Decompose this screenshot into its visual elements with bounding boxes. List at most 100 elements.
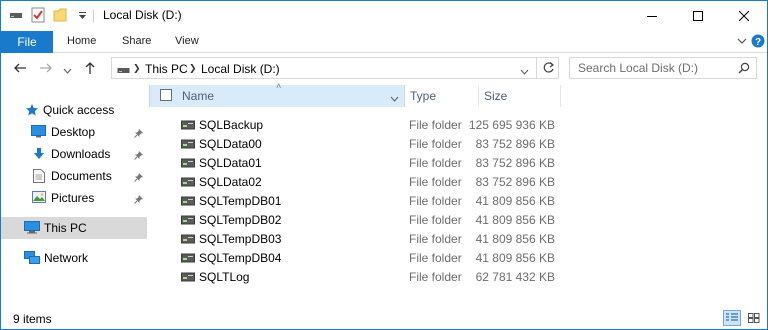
properties-icon[interactable]	[31, 7, 45, 26]
close-button[interactable]	[721, 1, 767, 31]
navigation-pane: Quick access Desktop Downloads Documents…	[1, 85, 149, 307]
file-type: File folder	[409, 251, 462, 265]
sidebar-item-desktop[interactable]: Desktop	[1, 121, 147, 143]
table-row[interactable]: SQLBackup File folder 125 695 936 KB	[149, 115, 561, 134]
maximize-icon	[693, 11, 703, 21]
title-separator	[93, 9, 94, 23]
search-input[interactable]	[570, 58, 730, 78]
table-row[interactable]: SQLTempDB03 File folder 41 809 856 KB	[149, 229, 561, 248]
column-header-type[interactable]: Type	[405, 85, 479, 107]
pin-icon[interactable]	[134, 127, 144, 141]
breadcrumb-separator-icon: ❯	[189, 63, 197, 73]
search-icon[interactable]	[738, 62, 750, 77]
file-size: 125 695 936 KB	[468, 118, 555, 132]
network-drive-folder-icon	[181, 271, 195, 285]
file-size: 41 809 856 KB	[475, 213, 555, 227]
sidebar-item-pictures[interactable]: Pictures	[1, 187, 147, 209]
details-view-button[interactable]	[723, 310, 741, 326]
sidebar-item-downloads[interactable]: Downloads	[1, 143, 147, 165]
tab-view[interactable]: View	[175, 35, 199, 47]
file-name: SQLBackup	[199, 118, 264, 132]
table-row[interactable]: SQLData01 File folder 83 752 896 KB	[149, 153, 561, 172]
minimize-icon	[647, 16, 657, 17]
file-size: 41 809 856 KB	[475, 194, 555, 208]
table-row[interactable]: SQLTempDB01 File folder 41 809 856 KB	[149, 191, 561, 210]
search-box[interactable]	[569, 57, 757, 79]
nav-quick-access[interactable]: Quick access	[1, 99, 147, 121]
select-all-checkbox[interactable]	[160, 89, 172, 101]
file-name: SQLData01	[199, 156, 262, 170]
file-type: File folder	[409, 156, 462, 170]
minimize-button[interactable]	[629, 1, 675, 31]
file-name: SQLTempDB04	[199, 251, 282, 265]
nav-quick-access-label: Quick access	[43, 103, 115, 117]
large-icons-view-icon	[748, 313, 760, 323]
column-size-label: Size	[484, 89, 508, 103]
tab-share[interactable]: Share	[122, 35, 151, 47]
sidebar-item-network[interactable]: Network	[1, 247, 147, 269]
drive-icon[interactable]	[9, 9, 23, 24]
network-drive-folder-icon	[181, 233, 195, 247]
file-type: File folder	[409, 194, 462, 208]
column-filter-chevron-icon[interactable]	[390, 92, 399, 106]
sidebar-item-documents[interactable]: Documents	[1, 165, 147, 187]
help-icon[interactable]: ?	[751, 34, 765, 51]
tab-home[interactable]: Home	[67, 35, 96, 47]
address-history-chevron-icon[interactable]	[520, 65, 529, 79]
table-row[interactable]: SQLTempDB02 File folder 41 809 856 KB	[149, 210, 561, 229]
sort-ascending-icon: ˄	[276, 81, 282, 91]
pin-icon[interactable]	[134, 171, 144, 185]
file-type: File folder	[409, 213, 462, 227]
refresh-icon[interactable]	[542, 61, 555, 77]
network-drive-folder-icon	[181, 214, 195, 228]
network-drive-folder-icon	[181, 176, 195, 190]
column-header-size[interactable]: Size	[479, 85, 561, 107]
svg-text:?: ?	[755, 37, 761, 48]
column-name-label: Name	[182, 89, 215, 103]
file-type: File folder	[409, 270, 462, 284]
ribbon-tabs: File Home Share View ?	[1, 31, 767, 53]
up-arrow-icon[interactable]	[83, 61, 97, 78]
table-row[interactable]: SQLData00 File folder 83 752 896 KB	[149, 134, 561, 153]
table-row[interactable]: SQLData02 File folder 83 752 896 KB	[149, 172, 561, 191]
breadcrumb-separator-icon: ❯	[133, 63, 141, 73]
breadcrumb-local-disk[interactable]: Local Disk (D:)	[201, 62, 280, 76]
pictures-icon	[32, 191, 46, 206]
chevron-down-icon[interactable]	[737, 34, 747, 51]
file-size: 62 781 432 KB	[475, 270, 555, 284]
sidebar-item-this-pc[interactable]: This PC	[1, 217, 147, 239]
pin-icon[interactable]	[134, 149, 144, 163]
customize-dropdown-icon[interactable]	[78, 10, 87, 24]
sidebar-item-label: Pictures	[51, 191, 95, 205]
sidebar-item-label: Network	[44, 251, 89, 265]
back-arrow-icon[interactable]	[13, 61, 27, 78]
close-icon	[739, 11, 749, 21]
forward-arrow-icon[interactable]	[39, 61, 53, 78]
file-name: SQLTempDB03	[199, 232, 282, 246]
star-icon	[25, 103, 39, 120]
table-row[interactable]: SQLTempDB04 File folder 41 809 856 KB	[149, 248, 561, 267]
file-list: Name ˄ Type Size SQLBackup File folder 1…	[149, 81, 767, 307]
sidebar-item-label: This PC	[44, 221, 87, 235]
sidebar-item-label: Desktop	[51, 125, 96, 139]
large-icons-view-button[interactable]	[745, 310, 763, 326]
recent-locations-chevron-icon[interactable]	[63, 64, 72, 78]
file-type: File folder	[409, 175, 462, 189]
file-type: File folder	[409, 118, 462, 132]
tab-file[interactable]: File	[1, 31, 53, 53]
new-folder-icon[interactable]	[53, 8, 67, 25]
desktop-icon	[31, 125, 46, 141]
breadcrumb-this-pc[interactable]: This PC	[145, 62, 188, 76]
maximize-button[interactable]	[675, 1, 721, 31]
file-name: SQLData02	[199, 175, 262, 189]
network-drive-folder-icon	[181, 119, 195, 133]
network-drive-folder-icon	[181, 138, 195, 152]
computer-icon	[24, 221, 40, 237]
pin-icon[interactable]	[134, 193, 144, 207]
drive-icon	[117, 64, 130, 78]
title-bar: Local Disk (D:)	[1, 1, 767, 31]
column-header-name[interactable]: Name ˄	[149, 81, 405, 107]
network-drive-folder-icon	[181, 195, 195, 209]
table-row[interactable]: SQLTLog File folder 62 781 432 KB	[149, 267, 561, 286]
address-bar[interactable]: ❯ This PC ❯ Local Disk (D:)	[111, 57, 559, 79]
